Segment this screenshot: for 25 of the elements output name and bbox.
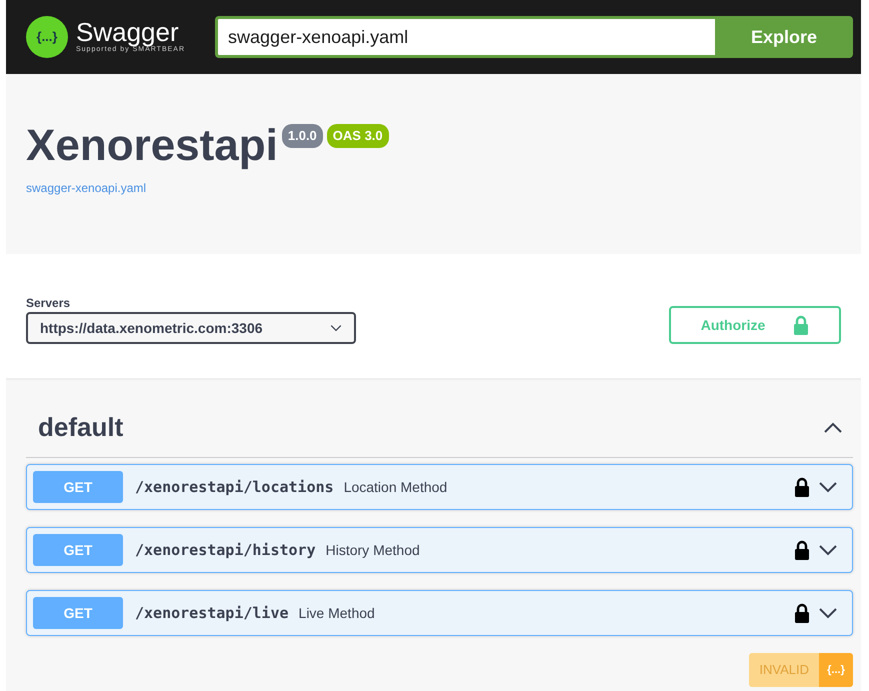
servers-dropdown[interactable]: https://data.xenometric.com:3306 xyxy=(26,312,356,344)
endpoint-path: /xenorestapi/live xyxy=(135,602,289,624)
validator-icon: {...} xyxy=(819,653,853,687)
section-title[interactable]: default xyxy=(38,408,124,447)
chevron-icon[interactable] xyxy=(818,481,838,493)
endpoint-summary: History Method xyxy=(326,540,420,560)
operation-row[interactable]: GET /xenorestapi/live Live Method xyxy=(26,590,853,636)
version-badge: 1.0.0 xyxy=(282,124,323,148)
endpoint-path: /xenorestapi/history xyxy=(135,540,316,561)
validator-status: INVALID xyxy=(749,653,819,687)
padlock-icon xyxy=(793,315,810,335)
operation-row[interactable]: GET /xenorestapi/locations Location Method xyxy=(26,464,853,510)
api-title: Xenorestapi xyxy=(26,121,278,170)
servers-label: Servers xyxy=(26,295,72,312)
logo-circle-icon: {...} xyxy=(26,16,68,58)
chevron-icon[interactable] xyxy=(818,544,838,556)
operation-row[interactable]: GET /xenorestapi/history History Method xyxy=(26,527,853,573)
endpoint-summary: Live Method xyxy=(298,604,375,622)
chevron-icon[interactable] xyxy=(823,422,843,434)
brand-name: Swagger xyxy=(76,18,179,45)
oas-badge: OAS 3.0 xyxy=(326,124,389,148)
endpoint-summary: Location Method xyxy=(344,478,448,496)
endpoint-path: /xenorestapi/locations xyxy=(135,476,334,498)
url-field[interactable]: swagger-xenoapi.yaml xyxy=(215,16,715,58)
chevron-icon[interactable] xyxy=(818,607,838,619)
